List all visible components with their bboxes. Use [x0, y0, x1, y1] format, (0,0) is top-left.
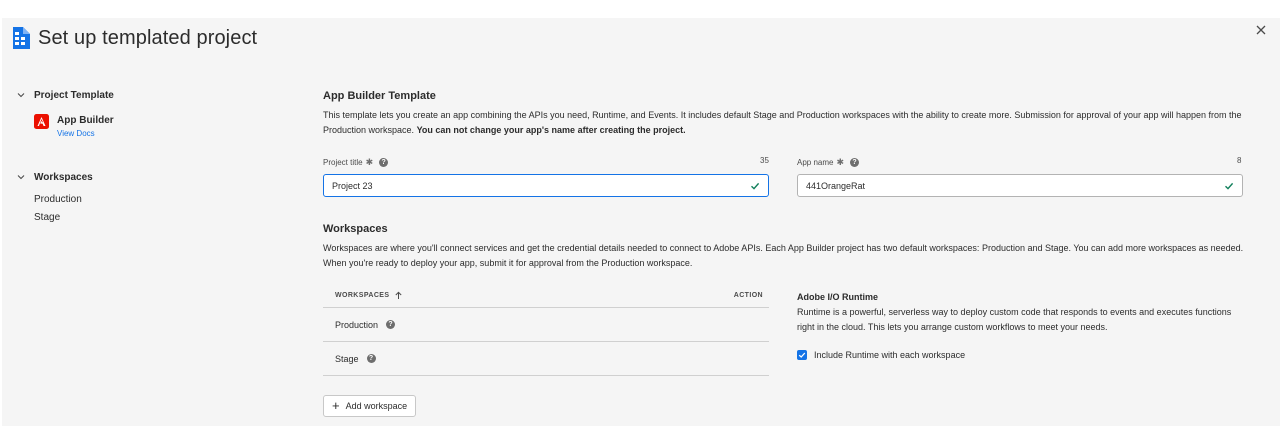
app-name-value: 441OrangeRat: [806, 180, 866, 191]
template-item: App Builder View Docs: [34, 114, 114, 140]
runtime-section: Adobe I/O Runtime Runtime is a powerful,…: [797, 292, 1247, 335]
workspaces-heading: Workspaces: [323, 223, 388, 235]
column-workspaces-label: WORKSPACES: [335, 292, 390, 299]
project-title-input[interactable]: Project 23: [323, 174, 769, 197]
checkmark-icon: [1225, 182, 1234, 190]
adobe-logo-icon: [34, 114, 49, 129]
runtime-heading: Adobe I/O Runtime: [797, 292, 878, 302]
workspaces-table: WORKSPACES ACTION Production ? Stage ?: [323, 284, 769, 376]
app-name-counter: 8: [1237, 156, 1242, 165]
dialog: Set up templated project Project Templat…: [2, 18, 1280, 426]
sort-arrow-up-icon: [395, 291, 402, 299]
app-name-label: App name ✱ ?: [797, 157, 860, 168]
project-document-icon: [12, 26, 32, 50]
runtime-description: Runtime is a powerful, serverless way to…: [797, 307, 1232, 332]
table-row: Stage ?: [323, 342, 769, 376]
add-workspace-label: Add workspace: [345, 401, 408, 411]
template-description-warning: You can not change your app's name after…: [416, 125, 686, 135]
nav-workspaces-label: Workspaces: [34, 171, 93, 183]
dialog-header: Set up templated project: [12, 26, 257, 50]
required-icon: ✱: [365, 157, 374, 167]
project-title-value: Project 23: [332, 180, 373, 191]
dialog-title: Set up templated project: [38, 26, 258, 49]
workspace-name: Production: [335, 319, 379, 330]
workspace-name: Stage: [335, 353, 359, 364]
nav-workspaces[interactable]: Workspaces: [16, 170, 93, 184]
app-name-input[interactable]: 441OrangeRat: [797, 174, 1243, 197]
nav-project-template-label: Project Template: [34, 89, 114, 101]
include-runtime-row: Include Runtime with each workspace: [797, 350, 965, 360]
chevron-down-icon: [17, 175, 25, 180]
view-docs-link[interactable]: View Docs: [57, 128, 114, 140]
template-heading: App Builder Template: [323, 90, 436, 102]
template-description: This template lets you create an app com…: [323, 108, 1253, 138]
project-title-label-text: Project title: [323, 158, 363, 167]
help-icon[interactable]: ?: [850, 158, 860, 167]
add-workspace-button[interactable]: + Add workspace: [323, 395, 417, 417]
side-nav: Project Template App Builder View Docs W…: [16, 88, 216, 223]
help-icon[interactable]: ?: [379, 158, 389, 167]
project-title-counter: 35: [760, 156, 769, 165]
close-icon[interactable]: [1254, 23, 1268, 37]
table-header: WORKSPACES ACTION: [323, 284, 769, 308]
workspaces-description: Workspaces are where you'll connect serv…: [323, 243, 1244, 268]
template-name: App Builder: [57, 115, 114, 126]
table-row: Production ?: [323, 308, 769, 342]
plus-icon: +: [332, 398, 340, 413]
help-icon[interactable]: ?: [386, 320, 396, 329]
column-action-label: ACTION: [733, 292, 763, 299]
chevron-down-icon: [17, 93, 25, 98]
app-name-label-text: App name: [797, 158, 834, 167]
checkmark-icon: [751, 182, 760, 190]
checkbox-check-icon: [798, 352, 806, 358]
include-runtime-checkbox[interactable]: [797, 350, 807, 360]
nav-workspace-stage[interactable]: Stage: [34, 212, 60, 223]
nav-project-template[interactable]: Project Template: [16, 88, 216, 102]
column-workspaces[interactable]: WORKSPACES: [335, 291, 403, 300]
nav-workspace-production[interactable]: Production: [34, 194, 82, 205]
required-icon: ✱: [836, 157, 845, 167]
help-icon[interactable]: ?: [366, 354, 376, 363]
include-runtime-label: Include Runtime with each workspace: [814, 350, 966, 360]
project-title-label: Project title ✱ ?: [323, 157, 389, 168]
